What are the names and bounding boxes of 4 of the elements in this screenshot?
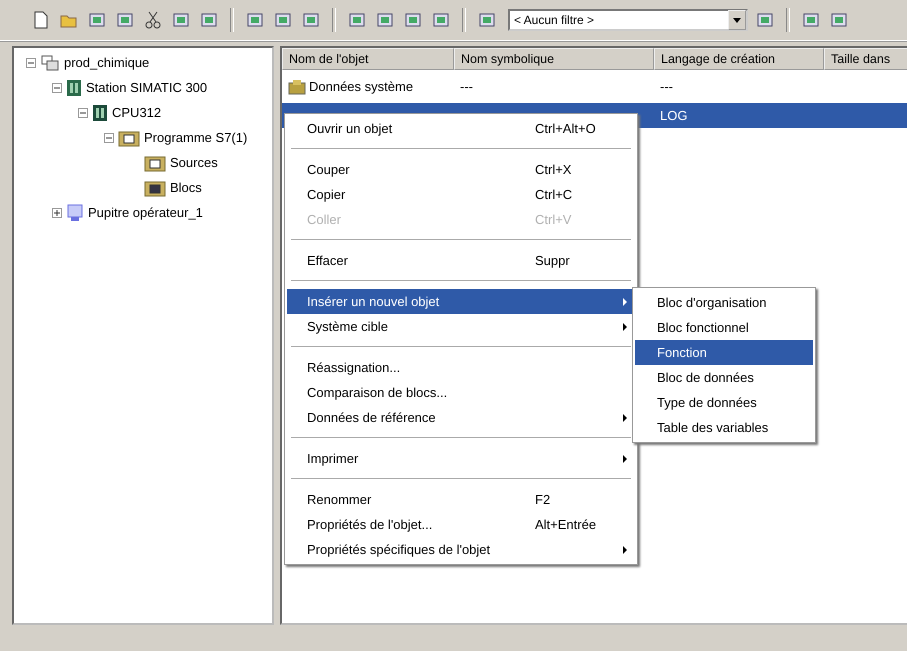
- table-cell: ---: [660, 79, 673, 94]
- table-cell: Données système: [309, 79, 414, 94]
- table-cell: ---: [460, 79, 473, 94]
- table-cell: LOG: [660, 108, 688, 123]
